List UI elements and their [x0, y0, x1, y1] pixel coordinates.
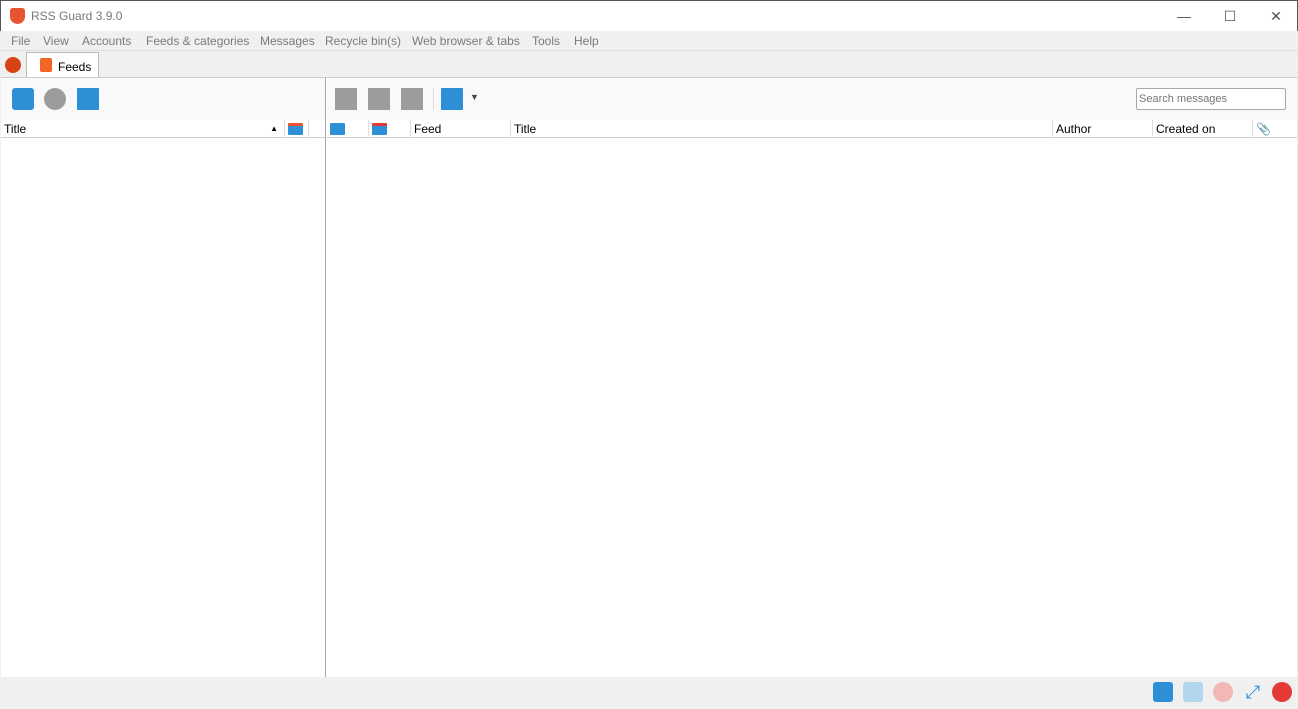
app-logo-icon — [10, 8, 25, 24]
tab-bar: Feeds — [1, 51, 1297, 79]
feeds-header: Title ▲ — [1, 120, 325, 138]
feeds-toolbar — [1, 78, 325, 120]
minimize-button[interactable]: — — [1161, 1, 1207, 31]
update-selected-icon[interactable] — [1183, 682, 1203, 702]
mark-starred-icon[interactable] — [368, 88, 390, 110]
search-input[interactable] — [1136, 88, 1286, 110]
menu-web-browser-tabs[interactable]: Web browser & tabs — [412, 34, 520, 48]
menu-tools[interactable]: Tools — [532, 34, 560, 48]
menu-view[interactable]: View — [43, 34, 69, 48]
status-bar: ⤢ — [1, 677, 1297, 709]
important-icon — [372, 123, 387, 135]
menu-feeds-categories[interactable]: Feeds & categories — [146, 34, 249, 48]
sort-asc-icon: ▲ — [270, 124, 278, 133]
menu-file[interactable]: File — [11, 34, 30, 48]
column-created-on[interactable]: Created on — [1153, 120, 1253, 138]
feeds-pane: Title ▲ — [1, 78, 326, 678]
mark-dropdown-icon[interactable] — [441, 88, 463, 110]
menu-messages[interactable]: Messages — [260, 34, 315, 48]
toolbar-separator — [433, 88, 434, 110]
stop-icon[interactable] — [44, 88, 66, 110]
update-all-icon[interactable] — [1153, 682, 1173, 702]
column-author[interactable]: Author — [1053, 120, 1153, 138]
column-important[interactable] — [369, 120, 411, 138]
menu-accounts[interactable]: Accounts — [82, 34, 131, 48]
window-title: RSS Guard 3.9.0 — [31, 9, 123, 23]
rss-icon — [40, 58, 52, 72]
title-bar: RSS Guard 3.9.0 — ☐ ✕ — [0, 0, 1298, 31]
quit-icon[interactable] — [1272, 682, 1292, 702]
column-read[interactable] — [327, 120, 369, 138]
mark-read-icon[interactable] — [335, 88, 357, 110]
mark-read-icon[interactable] — [77, 88, 99, 110]
close-button[interactable]: ✕ — [1253, 1, 1298, 31]
read-icon — [330, 123, 345, 135]
menu-bar: File View Accounts Feeds & categories Me… — [1, 31, 1297, 51]
messages-header: Feed Title Author Created on 📎 — [327, 120, 1297, 138]
column-feed[interactable]: Feed — [411, 120, 511, 138]
update-feeds-icon[interactable] — [12, 88, 34, 110]
tab-label: Feeds — [58, 60, 92, 74]
home-icon[interactable] — [5, 57, 21, 73]
fullscreen-icon[interactable]: ⤢ — [1243, 682, 1263, 702]
column-unread[interactable] — [285, 120, 309, 138]
menu-help[interactable]: Help — [574, 34, 599, 48]
stop-icon[interactable] — [1213, 682, 1233, 702]
column-title[interactable]: Title ▲ — [1, 120, 285, 138]
tab-feeds[interactable]: Feeds — [26, 52, 99, 79]
messages-toolbar: ▼ — [327, 78, 1297, 120]
chevron-down-icon[interactable]: ▼ — [470, 92, 479, 102]
unread-icon — [288, 123, 303, 135]
main-content: Title ▲ ▼ Feed Title Author Created on 📎 — [1, 77, 1297, 678]
menu-recycle-bins[interactable]: Recycle bin(s) — [325, 34, 401, 48]
mark-important-icon[interactable] — [401, 88, 423, 110]
column-title-label: Title — [4, 122, 27, 136]
messages-pane: ▼ Feed Title Author Created on 📎 — [327, 78, 1297, 678]
column-title[interactable]: Title — [511, 120, 1053, 138]
maximize-button[interactable]: ☐ — [1207, 1, 1253, 31]
attachment-icon[interactable]: 📎 — [1253, 120, 1297, 138]
